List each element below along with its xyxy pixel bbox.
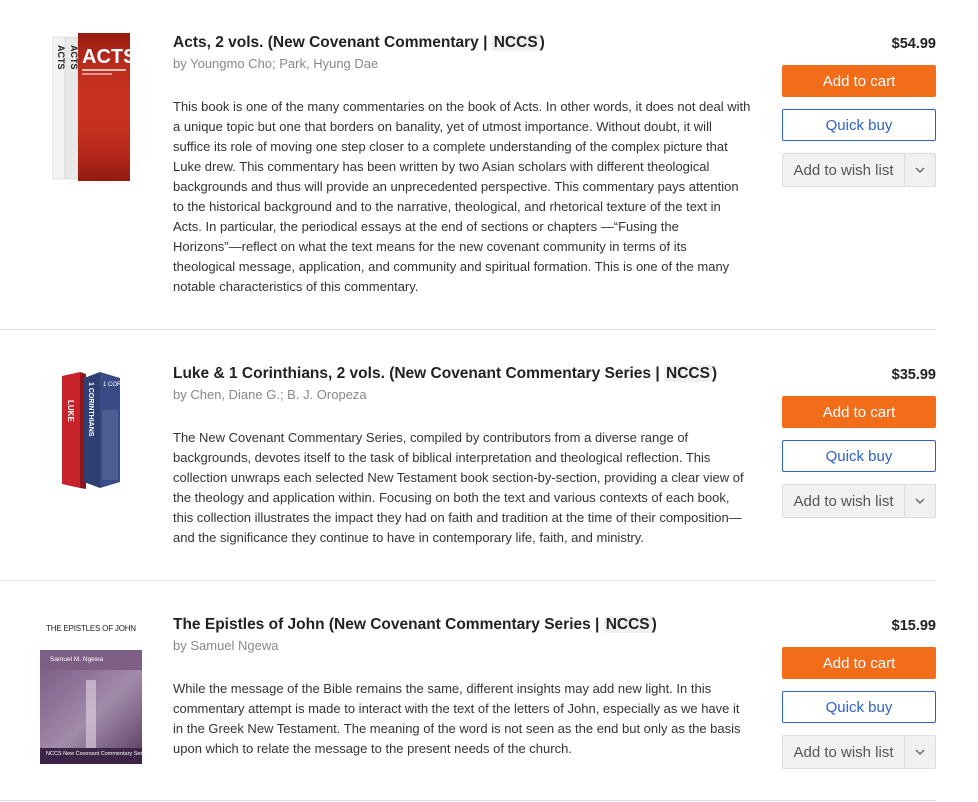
- product-author[interactable]: by Samuel Ngewa: [173, 638, 279, 653]
- add-to-wish-list-button[interactable]: Add to wish list: [782, 484, 936, 518]
- svg-text:1 CORINTHIANS: 1 CORINTHIANS: [87, 382, 94, 437]
- cover-author: Samuel M. Ngewa: [50, 656, 104, 663]
- svg-text:ACTS: ACTS: [56, 45, 66, 70]
- product-author[interactable]: by Chen, Diane G.; B. J. Oropeza: [173, 387, 367, 402]
- product-price: $35.99: [891, 367, 936, 383]
- series-tag: NCCS: [491, 34, 540, 51]
- svg-text:ACTS: ACTS: [82, 46, 132, 68]
- quick-buy-button[interactable]: Quick buy: [782, 691, 936, 723]
- product-cover[interactable]: THE EPISTLES OF JOHN Samuel M. Ngewa NCC…: [40, 620, 149, 764]
- wish-list-label[interactable]: Add to wish list: [783, 485, 905, 517]
- title-end: ): [711, 365, 718, 382]
- product-cover[interactable]: ACTS ACTS ACTS: [51, 33, 136, 181]
- title-text: The Epistles of John (New Covenant Comme…: [173, 616, 604, 633]
- series-tag: NCCS: [603, 616, 652, 633]
- add-to-cart-button[interactable]: Add to cart: [782, 647, 936, 679]
- product-description: This book is one of the many commentarie…: [173, 99, 751, 294]
- svg-text:LUKE: LUKE: [66, 400, 75, 422]
- quick-buy-button[interactable]: Quick buy: [782, 440, 936, 472]
- product-description: The New Covenant Commentary Series, comp…: [173, 430, 744, 545]
- add-to-cart-button[interactable]: Add to cart: [782, 65, 936, 97]
- quick-buy-button[interactable]: Quick buy: [782, 109, 936, 141]
- add-to-wish-list-button[interactable]: Add to wish list: [782, 153, 936, 187]
- title-end: ): [539, 34, 545, 51]
- cover-series: NCCS New Covenant Commentary Series: [46, 751, 150, 757]
- product-description: While the message of the Bible remains t…: [173, 681, 741, 756]
- product-title[interactable]: Luke & 1 Corinthians, 2 vols. (New Coven…: [173, 365, 717, 383]
- add-to-wish-list-button[interactable]: Add to wish list: [782, 735, 936, 769]
- product-title[interactable]: Acts, 2 vols. (New Covenant Commentary |…: [173, 34, 545, 52]
- svg-text:ACTS: ACTS: [69, 45, 79, 70]
- add-to-cart-button[interactable]: Add to cart: [782, 396, 936, 428]
- series-tag: NCCS: [664, 365, 712, 382]
- item-divider: [0, 329, 936, 330]
- product-price: $54.99: [891, 36, 936, 52]
- chevron-down-icon[interactable]: [905, 736, 935, 768]
- product-price: $15.99: [891, 618, 936, 634]
- chevron-down-icon[interactable]: [905, 485, 935, 517]
- title-end: ): [651, 616, 657, 633]
- product-author[interactable]: by Youngmo Cho; Park, Hyung Dae: [173, 56, 378, 71]
- item-divider: [0, 800, 936, 801]
- product-title[interactable]: The Epistles of John (New Covenant Comme…: [173, 616, 657, 634]
- product-cover[interactable]: LUKE 1 CORINTHIANS 1 CORIN: [60, 370, 127, 490]
- wish-list-label[interactable]: Add to wish list: [783, 154, 905, 186]
- chevron-down-icon[interactable]: [905, 154, 935, 186]
- title-text: Luke & 1 Corinthians, 2 vols. (New Coven…: [173, 365, 664, 382]
- item-divider: [0, 580, 936, 581]
- cover-title: THE EPISTLES OF JOHN: [46, 624, 136, 633]
- title-text: Acts, 2 vols. (New Covenant Commentary |: [173, 34, 492, 51]
- wish-list-label[interactable]: Add to wish list: [783, 736, 905, 768]
- svg-text:1 CORIN: 1 CORIN: [103, 382, 122, 388]
